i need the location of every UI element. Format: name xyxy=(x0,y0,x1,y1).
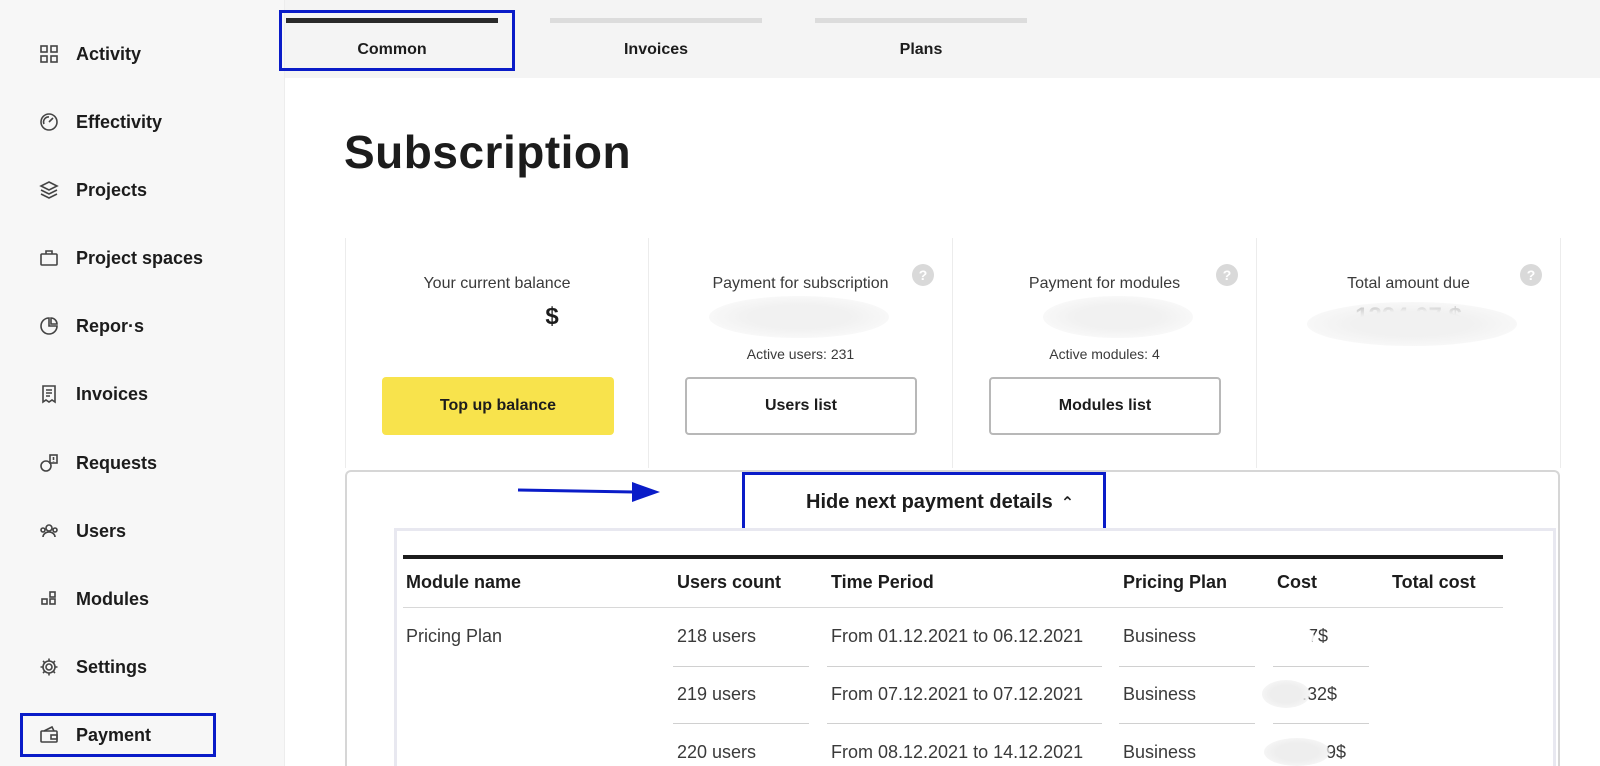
cell-period: From 01.12.2021 to 06.12.2021 xyxy=(831,626,1084,646)
modules-card: ? Payment for modules Active modules: 4 … xyxy=(953,238,1257,468)
sidebar-item-label: Repor·s xyxy=(76,315,145,336)
payment-highlight-box xyxy=(20,713,216,757)
sidebar-item-effectivity[interactable]: Effectivity xyxy=(0,102,285,142)
table-top-rule xyxy=(403,555,1503,559)
column-header: Total cost xyxy=(1392,572,1476,592)
grid-icon xyxy=(38,43,60,65)
tab-indicator xyxy=(286,18,498,23)
tab-label: Invoices xyxy=(623,41,689,58)
card-title: Your current balance xyxy=(423,275,571,292)
sidebar-item-invoices[interactable]: Invoices xyxy=(0,374,285,414)
sidebar-item-label: Requests xyxy=(76,452,158,473)
sidebar-item-modules[interactable]: Modules xyxy=(0,579,285,619)
receipt-icon xyxy=(38,383,60,405)
users-icon xyxy=(38,520,60,542)
modules-icon xyxy=(38,588,60,610)
redaction-blur xyxy=(1043,296,1193,338)
active-users-text: Active users: 231 xyxy=(746,346,855,362)
redaction-blur xyxy=(1307,302,1517,346)
sidebar-item-label: Activity xyxy=(76,43,142,64)
sidebar-item-label: Users xyxy=(76,520,127,541)
gauge-icon xyxy=(38,111,60,133)
card-title: Payment for subscription xyxy=(712,275,889,292)
sidebar-item-project-spaces[interactable]: Project spaces xyxy=(0,238,285,278)
users-list-button[interactable]: Users list xyxy=(685,377,917,435)
cell-users: 218 users xyxy=(677,626,757,646)
tab-indicator xyxy=(550,18,762,23)
sidebar-item-requests[interactable]: Requests xyxy=(0,443,285,483)
tab-common[interactable]: Common xyxy=(286,0,498,72)
redaction-blur xyxy=(424,300,534,336)
annotation-arrow xyxy=(517,482,660,502)
column-header: Users count xyxy=(677,572,782,592)
tab-label: Plans xyxy=(899,41,943,58)
row-divider xyxy=(1273,666,1369,667)
row-divider xyxy=(673,666,809,667)
cell-users: 219 users xyxy=(677,684,757,704)
column-header: Module name xyxy=(406,572,522,592)
toggle-label: Hide next payment details xyxy=(806,491,1053,513)
cell-plan: Business xyxy=(1123,684,1197,704)
tab-invoices[interactable]: Invoices xyxy=(550,0,762,72)
row-divider xyxy=(673,723,809,724)
total-due-card: ? Total amount due 1324.07 $ xyxy=(1257,238,1561,468)
column-header: Cost xyxy=(1277,572,1317,592)
tab-label: Common xyxy=(357,41,427,58)
row-divider xyxy=(1119,723,1255,724)
tab-indicator xyxy=(815,18,1027,23)
page-title: Subscription xyxy=(344,126,632,178)
cell-period: From 07.12.2021 to 07.12.2021 xyxy=(831,684,1084,704)
row-divider xyxy=(1119,666,1255,667)
column-header: Pricing Plan xyxy=(1123,572,1228,592)
redaction-blur xyxy=(1264,738,1330,766)
subscription-card: ? Payment for subscription Active users:… xyxy=(649,238,953,468)
pie-chart-icon xyxy=(38,315,60,337)
card-title: Total amount due xyxy=(1347,275,1470,292)
card-title: Payment for modules xyxy=(1028,275,1181,292)
modules-list-button[interactable]: Modules list xyxy=(989,377,1221,435)
summary-cards: Your current balance $ Top up balance ? … xyxy=(345,238,1561,468)
row-divider xyxy=(827,666,1102,667)
sidebar-item-users[interactable]: Users xyxy=(0,511,285,551)
request-icon xyxy=(38,452,60,474)
sidebar-item-reports[interactable]: Repor·s xyxy=(0,306,285,346)
active-modules-text: Active modules: 4 xyxy=(1049,346,1160,362)
sidebar-item-label: Settings xyxy=(76,656,148,677)
sidebar-item-label: Modules xyxy=(76,588,150,609)
sidebar-item-settings[interactable]: Settings xyxy=(0,647,285,687)
details-table-frame xyxy=(394,528,1556,766)
sidebar-item-label: Project spaces xyxy=(76,247,204,268)
sidebar-item-projects[interactable]: Projects xyxy=(0,170,285,210)
row-divider xyxy=(827,723,1102,724)
briefcase-icon xyxy=(38,247,60,269)
header-divider xyxy=(403,607,1503,608)
gear-icon xyxy=(38,656,60,678)
redaction-blur xyxy=(709,296,889,338)
hide-details-toggle[interactable]: Hide next payment details ⌃ xyxy=(806,491,1074,514)
cell-period: From 08.12.2021 to 14.12.2021 xyxy=(831,742,1084,762)
cell-plan: Business xyxy=(1123,742,1197,762)
layers-icon xyxy=(38,179,60,201)
sidebar-item-label: Projects xyxy=(76,179,148,200)
column-header: Time Period xyxy=(831,572,934,592)
cell-module: Pricing Plan xyxy=(406,626,503,646)
redaction-blur xyxy=(1272,624,1314,650)
chevron-up-icon: ⌃ xyxy=(1060,494,1075,512)
app: Activity Effectivity Projects Project sp… xyxy=(0,0,1600,766)
tab-plans[interactable]: Plans xyxy=(815,0,1027,72)
sidebar-item-label: Invoices xyxy=(76,383,149,404)
sidebar-item-activity[interactable]: Activity xyxy=(0,34,285,74)
cell-plan: Business xyxy=(1123,626,1197,646)
sidebar-item-label: Effectivity xyxy=(76,111,163,132)
top-up-balance-button[interactable]: Top up balance xyxy=(382,377,614,435)
row-divider xyxy=(1273,723,1369,724)
sidebar: Activity Effectivity Projects Project sp… xyxy=(0,0,285,766)
balance-card: Your current balance $ Top up balance xyxy=(345,238,649,468)
cell-users: 220 users xyxy=(677,742,757,762)
redaction-blur xyxy=(1262,680,1310,708)
